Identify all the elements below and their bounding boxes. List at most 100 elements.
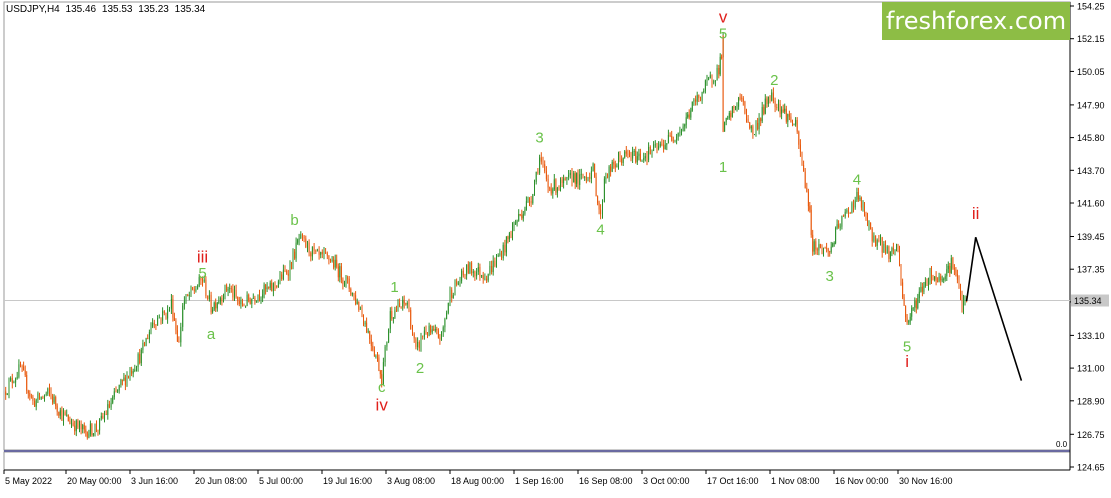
candle-body <box>635 151 637 163</box>
candle-body <box>530 201 532 204</box>
candle-body <box>386 342 388 347</box>
candle-body <box>230 288 232 290</box>
candle-body <box>587 177 589 181</box>
candle-body <box>291 264 292 268</box>
candle-body <box>744 101 746 114</box>
candle-body <box>681 131 682 132</box>
candle-body <box>389 311 391 329</box>
candle-body <box>165 312 167 319</box>
candle-body <box>61 410 63 421</box>
candle-body <box>843 215 845 217</box>
candle-body <box>439 337 441 340</box>
candle-body <box>676 136 678 141</box>
candle-body <box>298 238 300 241</box>
candle-body <box>739 97 741 99</box>
candle-body <box>738 97 740 107</box>
candle-body <box>568 175 570 177</box>
candle-body <box>391 311 393 319</box>
candle-body <box>366 322 368 333</box>
candle-body <box>722 36 724 132</box>
candle-body <box>677 132 679 137</box>
candle-body <box>888 246 890 259</box>
candle-body <box>80 423 82 430</box>
candle-body <box>636 156 638 163</box>
candle-body <box>427 333 428 336</box>
candle-body <box>816 249 818 251</box>
candle-body <box>603 178 605 202</box>
candle-body <box>610 166 612 172</box>
candle-body <box>501 253 502 259</box>
y-tick-label: 133.10 <box>1077 331 1105 341</box>
candle-body <box>644 156 646 159</box>
wave-label: b <box>290 212 298 229</box>
candle-body <box>698 95 700 99</box>
candle-body <box>731 106 733 117</box>
candle-body <box>197 286 199 290</box>
candle-body <box>23 366 25 371</box>
candle-body <box>671 136 673 141</box>
candle-body <box>666 143 668 145</box>
candle-body <box>359 309 361 310</box>
candle-body <box>839 226 841 228</box>
candle-body <box>613 161 615 165</box>
candle-body <box>778 104 779 108</box>
candle-body <box>525 201 527 210</box>
candle-body <box>364 322 366 325</box>
candle-body <box>15 378 17 383</box>
candle-body <box>835 228 837 244</box>
candle-body <box>563 178 565 184</box>
candle-body <box>72 422 74 426</box>
candle-body <box>59 410 61 416</box>
candle-body <box>597 196 599 203</box>
candle-body <box>793 124 795 126</box>
candle-body <box>113 391 115 397</box>
candle-body <box>66 414 68 416</box>
wave-label: 4 <box>596 222 604 239</box>
candle-body <box>684 124 686 127</box>
candle-body <box>750 126 752 129</box>
candle-body <box>152 322 154 327</box>
candle-body <box>257 294 259 301</box>
candle-body <box>806 187 808 193</box>
candle-body <box>703 90 705 93</box>
y-tick-label: 124.65 <box>1077 463 1105 473</box>
candle-body <box>224 284 226 298</box>
candle-body <box>281 274 283 280</box>
candle-body <box>32 396 34 401</box>
x-tick-label: 5 May 2022 <box>5 476 52 486</box>
candle-body <box>564 178 566 180</box>
candle-body <box>310 252 312 257</box>
candle-body <box>868 222 870 226</box>
candle-body <box>796 120 798 132</box>
candle-body <box>809 206 811 210</box>
candle-body <box>37 393 39 400</box>
candle-body <box>403 299 405 304</box>
candle-body <box>193 289 195 291</box>
candle-body <box>846 210 848 212</box>
candle-body <box>688 114 690 118</box>
candle-body <box>871 228 873 242</box>
candle-body <box>11 378 13 383</box>
candle-body <box>303 236 305 239</box>
candle-body <box>115 391 117 393</box>
candle-body <box>880 237 881 241</box>
candle-body <box>963 300 964 309</box>
candle-body <box>74 425 76 432</box>
candle-body <box>129 370 131 377</box>
candle-body <box>881 237 883 253</box>
candle-body <box>430 325 432 333</box>
candle-body <box>641 159 643 161</box>
candle-body <box>693 99 695 102</box>
candle-body <box>316 250 318 252</box>
candle-body <box>444 319 446 328</box>
candle-body <box>799 144 801 153</box>
y-tick-label: 143.70 <box>1077 166 1105 176</box>
candle-body <box>524 209 526 214</box>
candle-body <box>605 177 607 179</box>
candle-body <box>77 420 79 428</box>
candle-body <box>384 346 386 363</box>
candle-body <box>259 294 260 299</box>
candle-body <box>590 171 592 179</box>
candle-body <box>139 354 141 364</box>
candle-body <box>899 248 900 266</box>
